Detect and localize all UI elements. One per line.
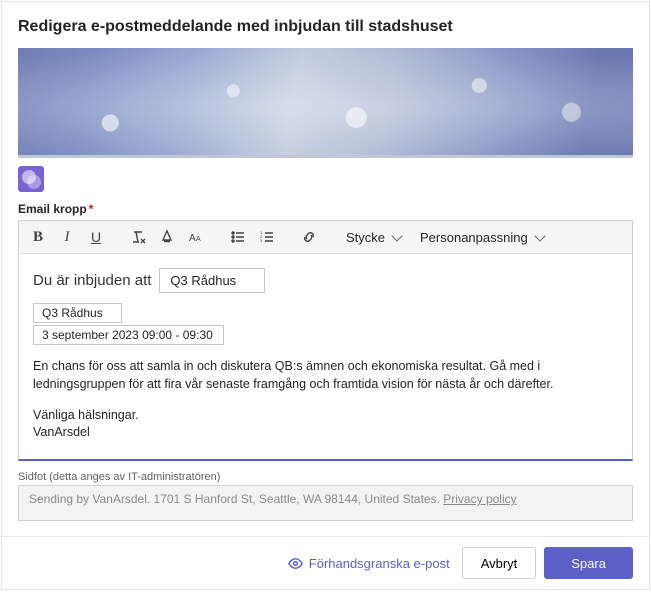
privacy-policy-link: Privacy policy: [443, 492, 516, 506]
event-datetime-chip[interactable]: 3 september 2023 09:00 - 09:30: [33, 325, 224, 345]
footer-readonly-box: Sending by VanArsdel. 1701 S Hanford St,…: [18, 485, 633, 521]
personalization-dropdown[interactable]: Personanpassning: [412, 224, 552, 250]
dialog-title: Redigera e-postmeddelande med inbjudan t…: [18, 18, 633, 36]
editor-body[interactable]: Du är inbjuden att Q3 Rådhus Q3 Rådhus 3…: [19, 254, 632, 459]
font-size-button[interactable]: AA: [183, 224, 209, 250]
number-list-button[interactable]: 123: [254, 224, 280, 250]
svg-text:A: A: [189, 233, 196, 244]
signoff-text: Vänliga hälsningar.: [33, 407, 618, 424]
font-color-button[interactable]: [154, 224, 180, 250]
editor-toolbar: B I U AA 123: [19, 221, 632, 254]
preview-email-link[interactable]: Förhandsgranska e-post: [288, 556, 450, 571]
dialog-action-bar: Förhandsgranska e-post Avbryt Spara: [2, 536, 649, 589]
link-button[interactable]: [296, 224, 322, 250]
chevron-down-icon: [391, 230, 402, 241]
clear-format-button[interactable]: [125, 224, 151, 250]
bold-button[interactable]: B: [25, 224, 51, 250]
svg-text:A: A: [196, 236, 201, 243]
sender-name: VanArsdel: [33, 424, 618, 441]
eye-icon: [288, 556, 303, 571]
chevron-down-icon: [534, 230, 545, 241]
footer-label: Sidfot (detta anges av IT-administratöre…: [18, 471, 633, 483]
invite-prefix-text: Du är inbjuden att: [33, 272, 151, 289]
underline-button[interactable]: U: [83, 224, 109, 250]
event-chip-secondary[interactable]: Q3 Rådhus: [33, 303, 122, 323]
hero-image: [18, 48, 633, 158]
rich-text-editor: B I U AA 123: [18, 220, 633, 461]
body-paragraph: En chans för oss att samla in och diskut…: [33, 357, 618, 393]
paragraph-style-dropdown[interactable]: Stycke: [338, 224, 409, 250]
cancel-button[interactable]: Avbryt: [462, 547, 537, 579]
app-badge-icon: [18, 166, 44, 192]
email-body-label: Email kropp*: [18, 202, 633, 216]
edit-email-dialog: Redigera e-postmeddelande med inbjudan t…: [1, 1, 650, 590]
event-title-chip[interactable]: Q3 Rådhus: [159, 268, 265, 293]
italic-button[interactable]: I: [54, 224, 80, 250]
bullet-list-button[interactable]: [225, 224, 251, 250]
save-button[interactable]: Spara: [544, 547, 633, 579]
svg-text:3: 3: [260, 238, 263, 243]
